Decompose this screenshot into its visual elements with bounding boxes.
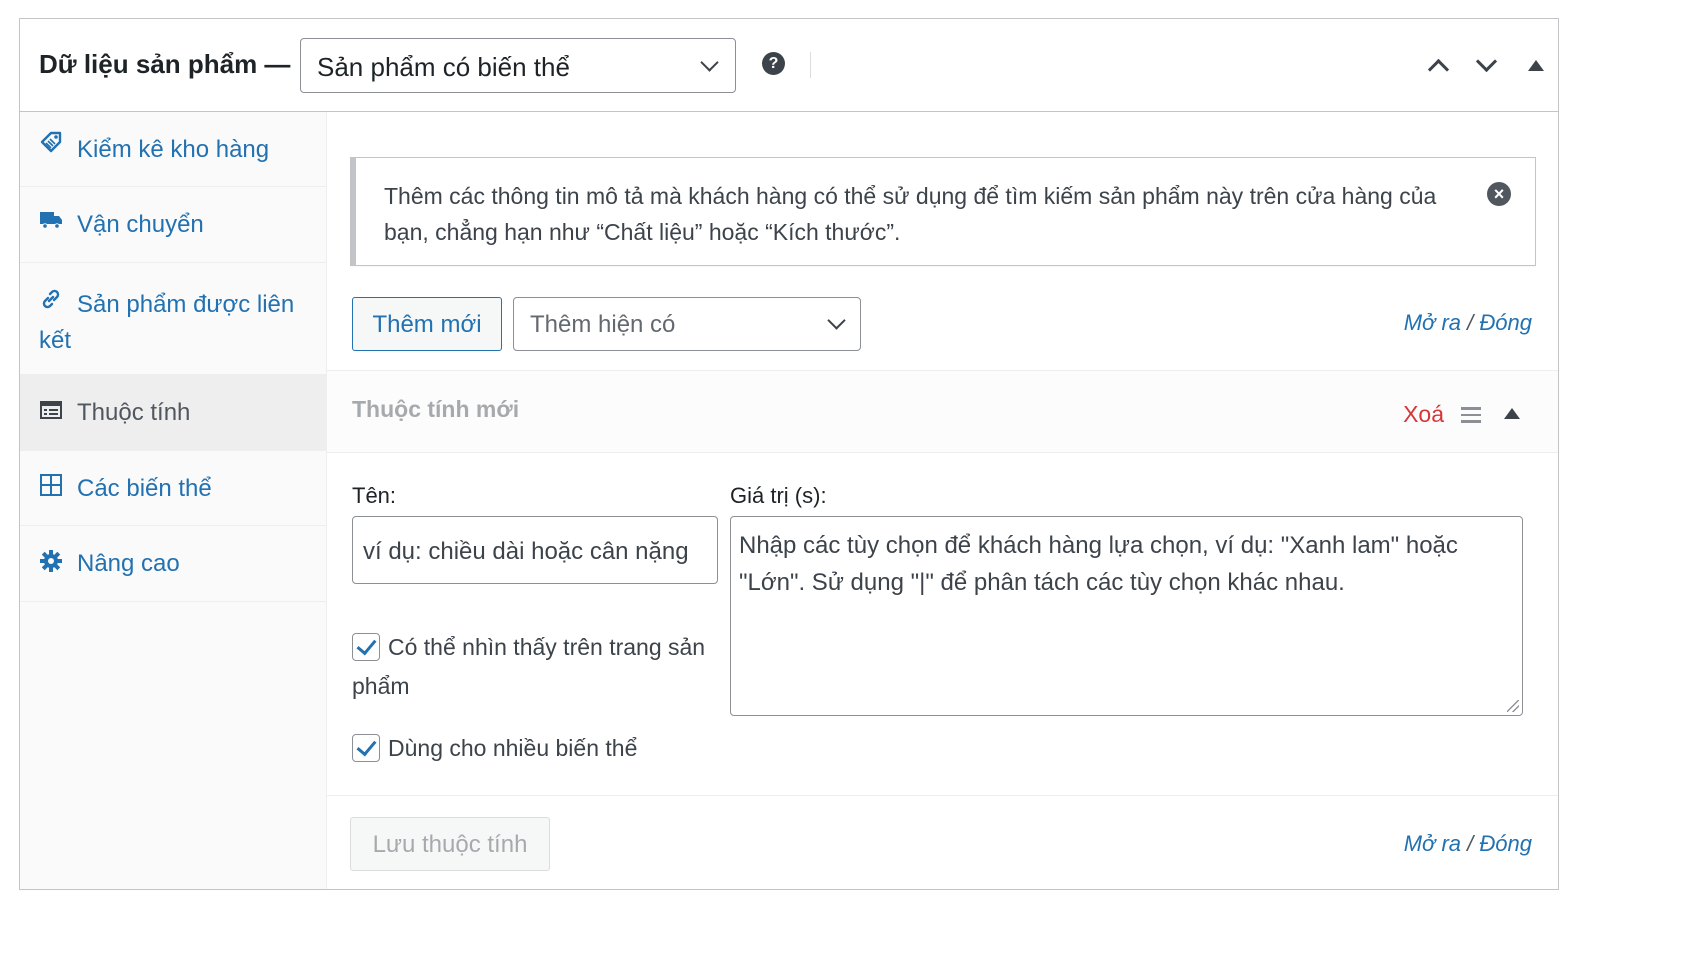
link-separator: / [1467, 310, 1474, 335]
used-for-variations-checkbox[interactable] [352, 734, 380, 762]
triangle-up-icon[interactable] [1504, 408, 1520, 419]
list-table-icon [40, 401, 62, 419]
attributes-panel: Thêm các thông tin mô tả mà khách hàng c… [327, 112, 1558, 889]
product-type-value: Sản phẩm có biến thể [317, 52, 570, 82]
truck-icon [40, 212, 62, 229]
used-for-variations-label[interactable]: Dùng cho nhiều biến thể [388, 729, 637, 768]
attribute-values-placeholder: Nhập các tùy chọn để khách hàng lựa chọn… [739, 532, 1458, 596]
move-down-button[interactable] [1470, 49, 1504, 83]
attribute-name-placeholder: ví dụ: chiều dài hoặc cân nặng [363, 538, 689, 565]
toggle-panel-button[interactable] [1518, 49, 1552, 83]
expand-all-link[interactable]: Mở ra [1404, 831, 1461, 856]
triangle-up-icon [1528, 60, 1544, 71]
attribute-name-label: Tên: [352, 483, 397, 508]
attribute-name-input[interactable]: ví dụ: chiều dài hoặc cân nặng [352, 516, 718, 584]
product-data-tabs: Kiểm kê kho hàng Vận chuyển Sản phẩm đượ… [20, 112, 327, 889]
visible-on-product-page-label[interactable]: Có thể nhìn thấy trên trang sản phẩm [352, 628, 712, 706]
sidebar-item-attributes[interactable]: Thuộc tính [20, 375, 326, 451]
product-data-panel: Dữ liệu sản phẩm — Sản phẩm có biến thể … [19, 18, 1559, 890]
move-up-button[interactable] [1422, 49, 1456, 83]
expand-close-links: Mở ra / Đóng [1404, 310, 1532, 336]
chevron-down-icon [700, 53, 719, 72]
grid-icon [40, 474, 62, 496]
save-attributes-button[interactable]: Lưu thuộc tính [350, 817, 550, 871]
expand-all-link[interactable]: Mở ra [1404, 310, 1461, 335]
attribute-values-textarea[interactable]: Nhập các tùy chọn để khách hàng lựa chọn… [730, 516, 1523, 716]
attribute-title: Thuộc tính mới [352, 396, 520, 422]
resize-handle-icon[interactable] [1507, 700, 1519, 712]
sidebar-item-inventory[interactable]: Kiểm kê kho hàng [20, 112, 326, 187]
remove-attribute-link[interactable]: Xoá [1403, 401, 1444, 428]
product-type-select[interactable]: Sản phẩm có biến thể [300, 38, 736, 93]
sidebar-item-variations[interactable]: Các biến thể [20, 451, 326, 526]
sidebar-item-label: Các biến thể [77, 475, 212, 502]
header-divider [810, 52, 811, 78]
sidebar-item-linked-products[interactable]: Sản phẩm được liên kết [20, 263, 326, 375]
add-existing-placeholder: Thêm hiện có [530, 311, 676, 338]
expand-close-links-footer: Mở ra / Đóng [1404, 831, 1532, 857]
drag-handle-icon[interactable] [1461, 407, 1481, 423]
chevron-up-icon [1427, 58, 1450, 81]
gear-icon [40, 550, 62, 572]
chevron-down-icon [1475, 50, 1498, 73]
sidebar-item-label: Sản phẩm được liên kết [39, 291, 295, 354]
panel-header: Dữ liệu sản phẩm — Sản phẩm có biến thể … [20, 19, 1558, 112]
sidebar-item-label: Thuộc tính [77, 399, 191, 426]
chevron-down-icon [827, 311, 846, 330]
add-existing-attribute-select[interactable]: Thêm hiện có [513, 297, 861, 351]
attribute-header[interactable]: Thuộc tính mới Xoá [327, 371, 1558, 453]
attribute-values-label: Giá trị (s): [730, 483, 827, 508]
notice-text: Thêm các thông tin mô tả mà khách hàng c… [384, 183, 1437, 245]
sidebar-item-advanced[interactable]: Nâng cao [20, 526, 326, 602]
tag-icon [40, 131, 62, 153]
sidebar-item-label: Kiểm kê kho hàng [77, 136, 270, 163]
sidebar-item-label: Vận chuyển [77, 211, 204, 238]
info-notice: Thêm các thông tin mô tả mà khách hàng c… [350, 157, 1536, 266]
panel-title: Dữ liệu sản phẩm — [39, 49, 291, 79]
add-new-attribute-button[interactable]: Thêm mới [352, 297, 502, 351]
close-icon[interactable]: × [1487, 182, 1511, 206]
link-separator: / [1467, 831, 1474, 856]
help-icon[interactable]: ? [762, 52, 785, 75]
sidebar-item-label: Nâng cao [77, 550, 180, 577]
sidebar-item-shipping[interactable]: Vận chuyển [20, 187, 326, 263]
close-all-link[interactable]: Đóng [1479, 831, 1532, 856]
attributes-footer: Lưu thuộc tính Mở ra / Đóng [327, 796, 1558, 889]
close-all-link[interactable]: Đóng [1479, 310, 1532, 335]
